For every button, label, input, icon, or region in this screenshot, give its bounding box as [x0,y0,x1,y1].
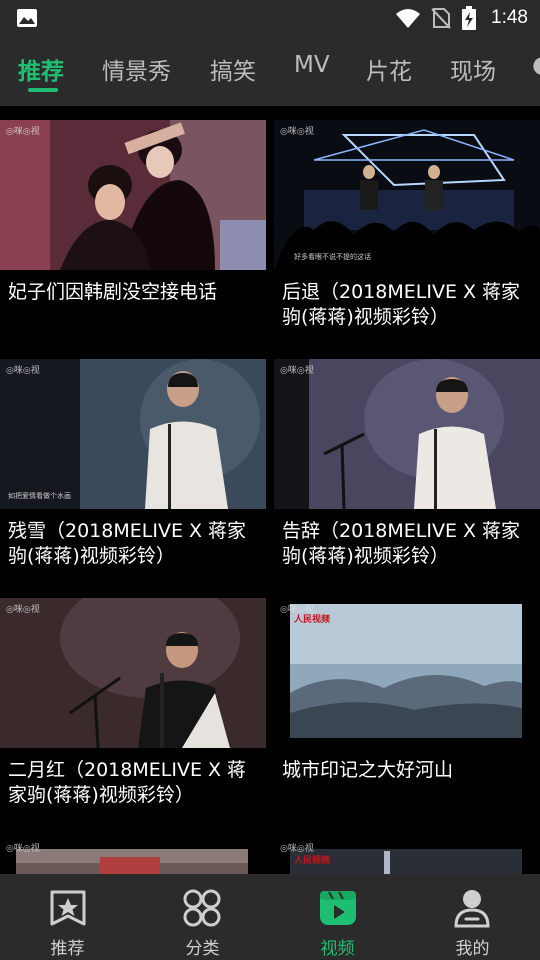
no-sim-icon [431,8,451,29]
watermark: ◎咪◎视 [280,127,314,137]
video-thumbnail[interactable]: ◎咪◎视 如把爱情看做个水画 [0,359,266,509]
video-thumbnail[interactable]: ◎咪◎视 [0,598,266,748]
video-thumbnail[interactable]: ◎咪◎视 好多看眼不说不提的这话 [274,120,540,270]
video-caption: 好多看眼不说不提的这话 [294,253,371,261]
category-grid-icon [183,889,221,927]
watermark: ◎咪◎视 [6,605,40,615]
tab-mv[interactable]: MV [294,52,330,78]
category-tabs: 推荐 情景秀 搞笑 MV 片花 现场 ● [0,36,540,106]
wifi-icon [396,9,421,28]
tab-scene-show[interactable]: 情景秀 [102,52,171,86]
watermark: ◎咪◎视 [6,127,40,137]
video-grid: ◎咪◎视 妃子们因韩剧没空接电话 ◎咪◎视 好多看眼不说不提的这话 后退（201… [0,106,540,874]
active-tab-indicator [28,88,58,92]
video-thumbnail[interactable]: ◎咪◎视 [274,359,540,509]
video-title[interactable]: 残雪（2018MELIVE X 蒋家驹(蒋蒋)视频彩铃） [8,519,258,569]
nav-label: 分类 [185,939,220,959]
tab-trailer[interactable]: 片花 [366,52,412,86]
video-title[interactable]: 二月红（2018MELIVE X 蒋家驹(蒋蒋)视频彩铃） [8,758,258,808]
watermark: ◎咪◎视 [280,366,314,376]
nav-recommend[interactable]: 推荐 [0,874,135,960]
nav-label: 推荐 [50,939,85,959]
tab-recommend[interactable]: 推荐 [18,52,64,86]
video-title[interactable]: 城市印记之大好河山 [282,758,532,783]
bottom-navigation: 推荐 分类 视频 我的 [0,874,540,960]
tab-live[interactable]: 现场 [450,52,496,86]
nav-category[interactable]: 分类 [135,874,270,960]
person-icon [454,890,490,928]
video-title[interactable]: 后退（2018MELIVE X 蒋家驹(蒋蒋)视频彩铃） [282,280,532,330]
video-play-icon [320,891,356,925]
video-title[interactable]: 妃子们因韩剧没空接电话 [8,280,258,305]
nav-label: 我的 [455,939,490,959]
video-caption: 如把爱情看做个水画 [8,492,71,500]
video-title[interactable]: 告辞（2018MELIVE X 蒋家驹(蒋蒋)视频彩铃） [282,519,532,569]
image-icon [17,9,37,27]
video-thumbnail[interactable]: ◎咪◎视 人民视频 [274,598,540,748]
channel-logo: 人民视频 [294,615,331,625]
nav-video[interactable]: 视频 [270,874,405,960]
battery-charging-icon [462,6,477,30]
channel-logo: 人民视频 [294,856,331,866]
tab-funny[interactable]: 搞笑 [210,52,256,86]
video-thumbnail[interactable]: ◎咪◎视 [0,120,266,270]
star-bookmark-icon [50,890,86,926]
status-time: 1:48 [491,7,528,28]
video-thumbnail[interactable]: ◎咪◎视 [0,837,266,874]
watermark: ◎咪◎视 [6,366,40,376]
tab-overflow[interactable]: ● [532,52,540,78]
nav-label: 视频 [320,939,355,959]
status-bar: 1:48 [0,0,540,36]
watermark: ◎咪◎视 [6,844,40,854]
nav-mine[interactable]: 我的 [405,874,540,960]
video-thumbnail[interactable]: ◎咪◎视 人民视频 [274,837,540,874]
